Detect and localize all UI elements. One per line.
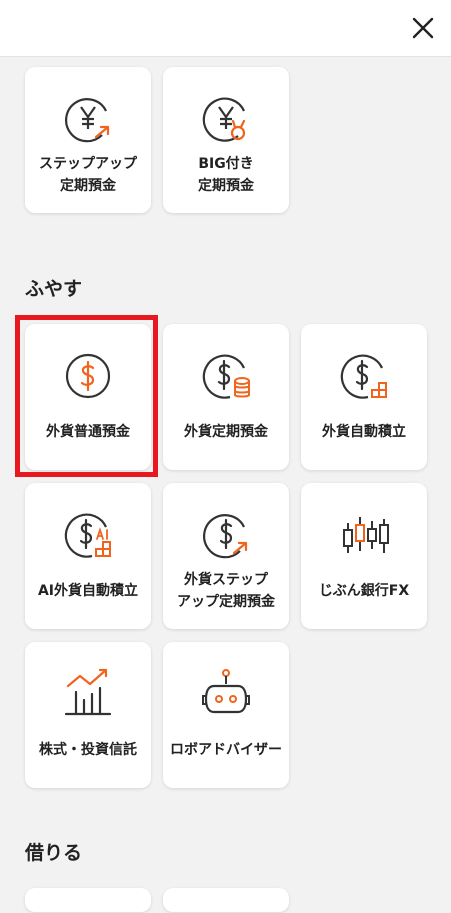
section-title-fuyasu: ふやす [25,278,83,300]
chart-trend-icon [64,668,112,716]
tile-step-up-time-deposit[interactable]: ステップアップ 定期預金 [25,67,151,213]
tile-label: 株式・投資信託 [39,742,137,758]
tile-fx-time-deposit[interactable]: 外貨定期預金 [163,324,289,470]
tile-label: じぶん銀行FX [318,583,410,599]
tile-robo-advisor[interactable]: ロボアドバイザー [163,642,289,788]
tile-label: ステップアップ 定期預金 [39,156,137,194]
tile-jibun-bank-fx[interactable]: じぶん銀行FX [301,483,427,629]
tile-big-time-deposit[interactable]: BIG付き 定期預金 [163,67,289,213]
dollar-blocks-icon [340,354,387,399]
tile-label: 外貨普通預金 [46,424,130,440]
tile-loan-1[interactable] [25,888,151,912]
tile-fx-step-up-time-deposit[interactable]: 外貨ステップ アップ定期預金 [163,483,289,629]
tile-label: 外貨定期預金 [184,424,268,440]
dollar-ai-blocks-icon [64,513,111,558]
tile-label: AI外貨自動積立 [37,583,139,599]
tile-fx-auto-savings[interactable]: 外貨自動積立 [301,324,427,470]
candlestick-icon [343,517,389,553]
close-icon[interactable] [409,14,437,42]
top-bar [0,0,451,57]
tile-label: 外貨自動積立 [322,424,406,440]
yen-medal-icon [202,97,246,142]
tile-fx-ordinary-deposit[interactable]: 外貨普通預金 [25,324,151,470]
tile-label: 外貨ステップ アップ定期預金 [177,572,275,610]
tile-stocks-investment-trust[interactable]: 株式・投資信託 [25,642,151,788]
tile-label: ロボアドバイザー [170,742,282,758]
yen-arrow-up-icon [65,98,110,143]
close-button[interactable] [409,14,437,42]
dollar-arrow-up-icon [203,514,248,559]
tile-ai-fx-auto-savings[interactable]: AI外貨自動積立 [25,483,151,629]
tile-label: BIG付き 定期預金 [198,156,254,194]
tile-loan-2[interactable] [163,888,289,912]
section-title-kariru: 借りる [25,842,83,864]
robot-icon [202,669,250,714]
dollar-icon [65,353,111,399]
dollar-coins-icon [202,354,250,399]
